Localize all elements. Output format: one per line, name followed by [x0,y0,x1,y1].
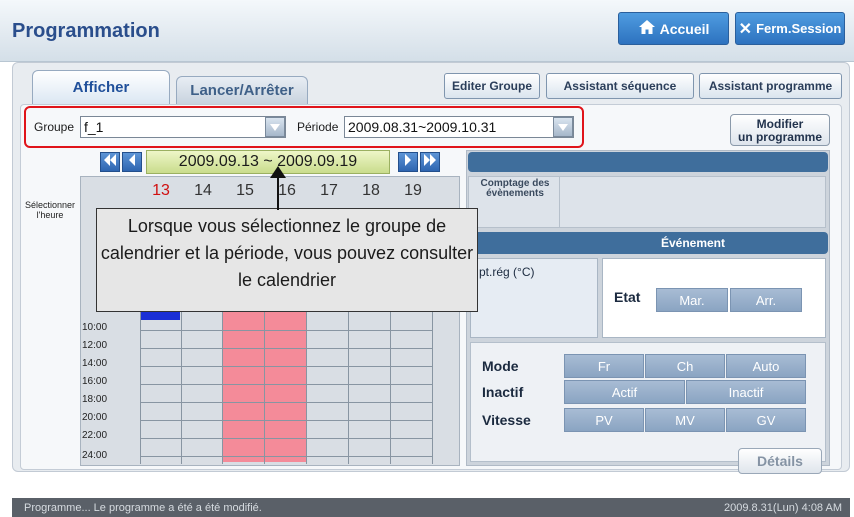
grid-line [306,306,307,464]
time-label: 22:00 [82,430,108,441]
active-button[interactable]: Actif [564,380,685,404]
mode-heat-button[interactable]: Ch [645,354,725,378]
sequence-wizard-button[interactable]: Assistant séquence [546,73,694,99]
tab-view[interactable]: Afficher [32,70,170,104]
tab-start-stop[interactable]: Lancer/Arrêter [176,76,308,104]
prev-week-button[interactable] [122,152,142,172]
status-message: Programme... Le programme a été a été mo… [24,501,262,514]
time-label: 12:00 [82,340,108,351]
day-header: 18 [362,182,380,199]
grid-line [140,438,432,439]
next-week-button[interactable] [398,152,418,172]
time-label: 14:00 [82,358,108,369]
grid-line [140,420,432,421]
event-count-line2: évènements [486,188,544,199]
day-header: 15 [236,182,254,199]
inactive-button[interactable]: Inactif [686,380,806,404]
selected-time-marker [140,312,180,320]
speed-label: Vitesse [482,412,531,428]
program-wizard-button[interactable]: Assistant programme [699,73,842,99]
state-off-button[interactable]: Arr. [730,288,802,312]
speed-low-button[interactable]: PV [564,408,644,432]
grid-line [140,456,432,457]
grid-line [348,306,349,464]
event-count-label: Comptage des évènements [471,179,559,199]
info-header-bar [468,152,828,172]
highlight-frame [24,106,584,148]
select-time-line2: l'heure [36,210,64,220]
time-label: 18:00 [82,394,108,405]
event-header: Événement [468,232,828,254]
inactive-label: Inactif [482,384,524,400]
day-header: 19 [404,182,422,199]
last-week-button[interactable] [420,152,440,172]
day-header: 14 [194,182,212,199]
grid-line [140,366,432,367]
close-icon: ✕ [738,20,753,38]
setpoint-label: pt.rég (°C) [479,265,535,279]
time-label: 10:00 [82,322,108,333]
grid-line [432,306,433,464]
divider [559,177,560,227]
grid-line [181,306,182,464]
event-count-box: Comptage des évènements [468,176,826,228]
mode-label: Mode [482,358,519,374]
day-header: 13 [152,182,170,199]
time-label: 20:00 [82,412,108,423]
grid-line [390,306,391,464]
date-range-display: 2009.09.13 ~ 2009.09.19 [146,150,390,174]
logout-label: Ferm.Session [756,21,842,36]
time-label: 24:00 [82,450,108,461]
grid-line [222,306,223,464]
callout-box: Lorsque vous sélectionnez le groupe de c… [96,208,478,312]
logout-button[interactable]: ✕ Ferm.Session [735,12,845,45]
select-time-line1: Sélectionner [24,200,76,210]
first-week-button[interactable] [100,152,120,172]
double-chevron-left-icon [103,153,117,171]
speed-mid-button[interactable]: MV [645,408,725,432]
modify-program-button[interactable]: Modifier un programme [730,114,830,146]
double-chevron-right-icon [423,153,437,171]
status-datetime: 2009.8.31(Lun) 4:08 AM [723,501,842,514]
state-on-button[interactable]: Mar. [656,288,728,312]
home-label: Accueil [659,20,710,37]
home-button[interactable]: Accueil [618,12,729,45]
day-header: 16 [278,182,296,199]
mode-cool-button[interactable]: Fr [564,354,644,378]
mode-auto-button[interactable]: Auto [726,354,806,378]
chevron-right-icon [403,153,413,171]
grid-line [264,306,265,464]
state-label: Etat [614,289,641,305]
setpoint-box[interactable]: pt.rég (°C) [470,258,598,338]
status-bar: Programme... Le programme a été a été mo… [12,498,850,517]
time-label: 16:00 [82,376,108,387]
chevron-left-icon [127,153,137,171]
modify-label-line2: un programme [737,130,822,144]
arrow-up-icon [270,166,286,178]
speed-high-button[interactable]: GV [726,408,806,432]
grid-line [140,306,141,464]
edit-group-button[interactable]: Editer Groupe [444,73,540,99]
select-time-label: Sélectionner l'heure [22,200,78,220]
grid-line [140,384,432,385]
grid-line [140,402,432,403]
grid-line [140,348,432,349]
details-button[interactable]: Détails [738,448,822,474]
home-icon [638,19,656,38]
grid-line [140,330,432,331]
day-header: 17 [320,182,338,199]
page-title: Programmation [12,20,160,42]
